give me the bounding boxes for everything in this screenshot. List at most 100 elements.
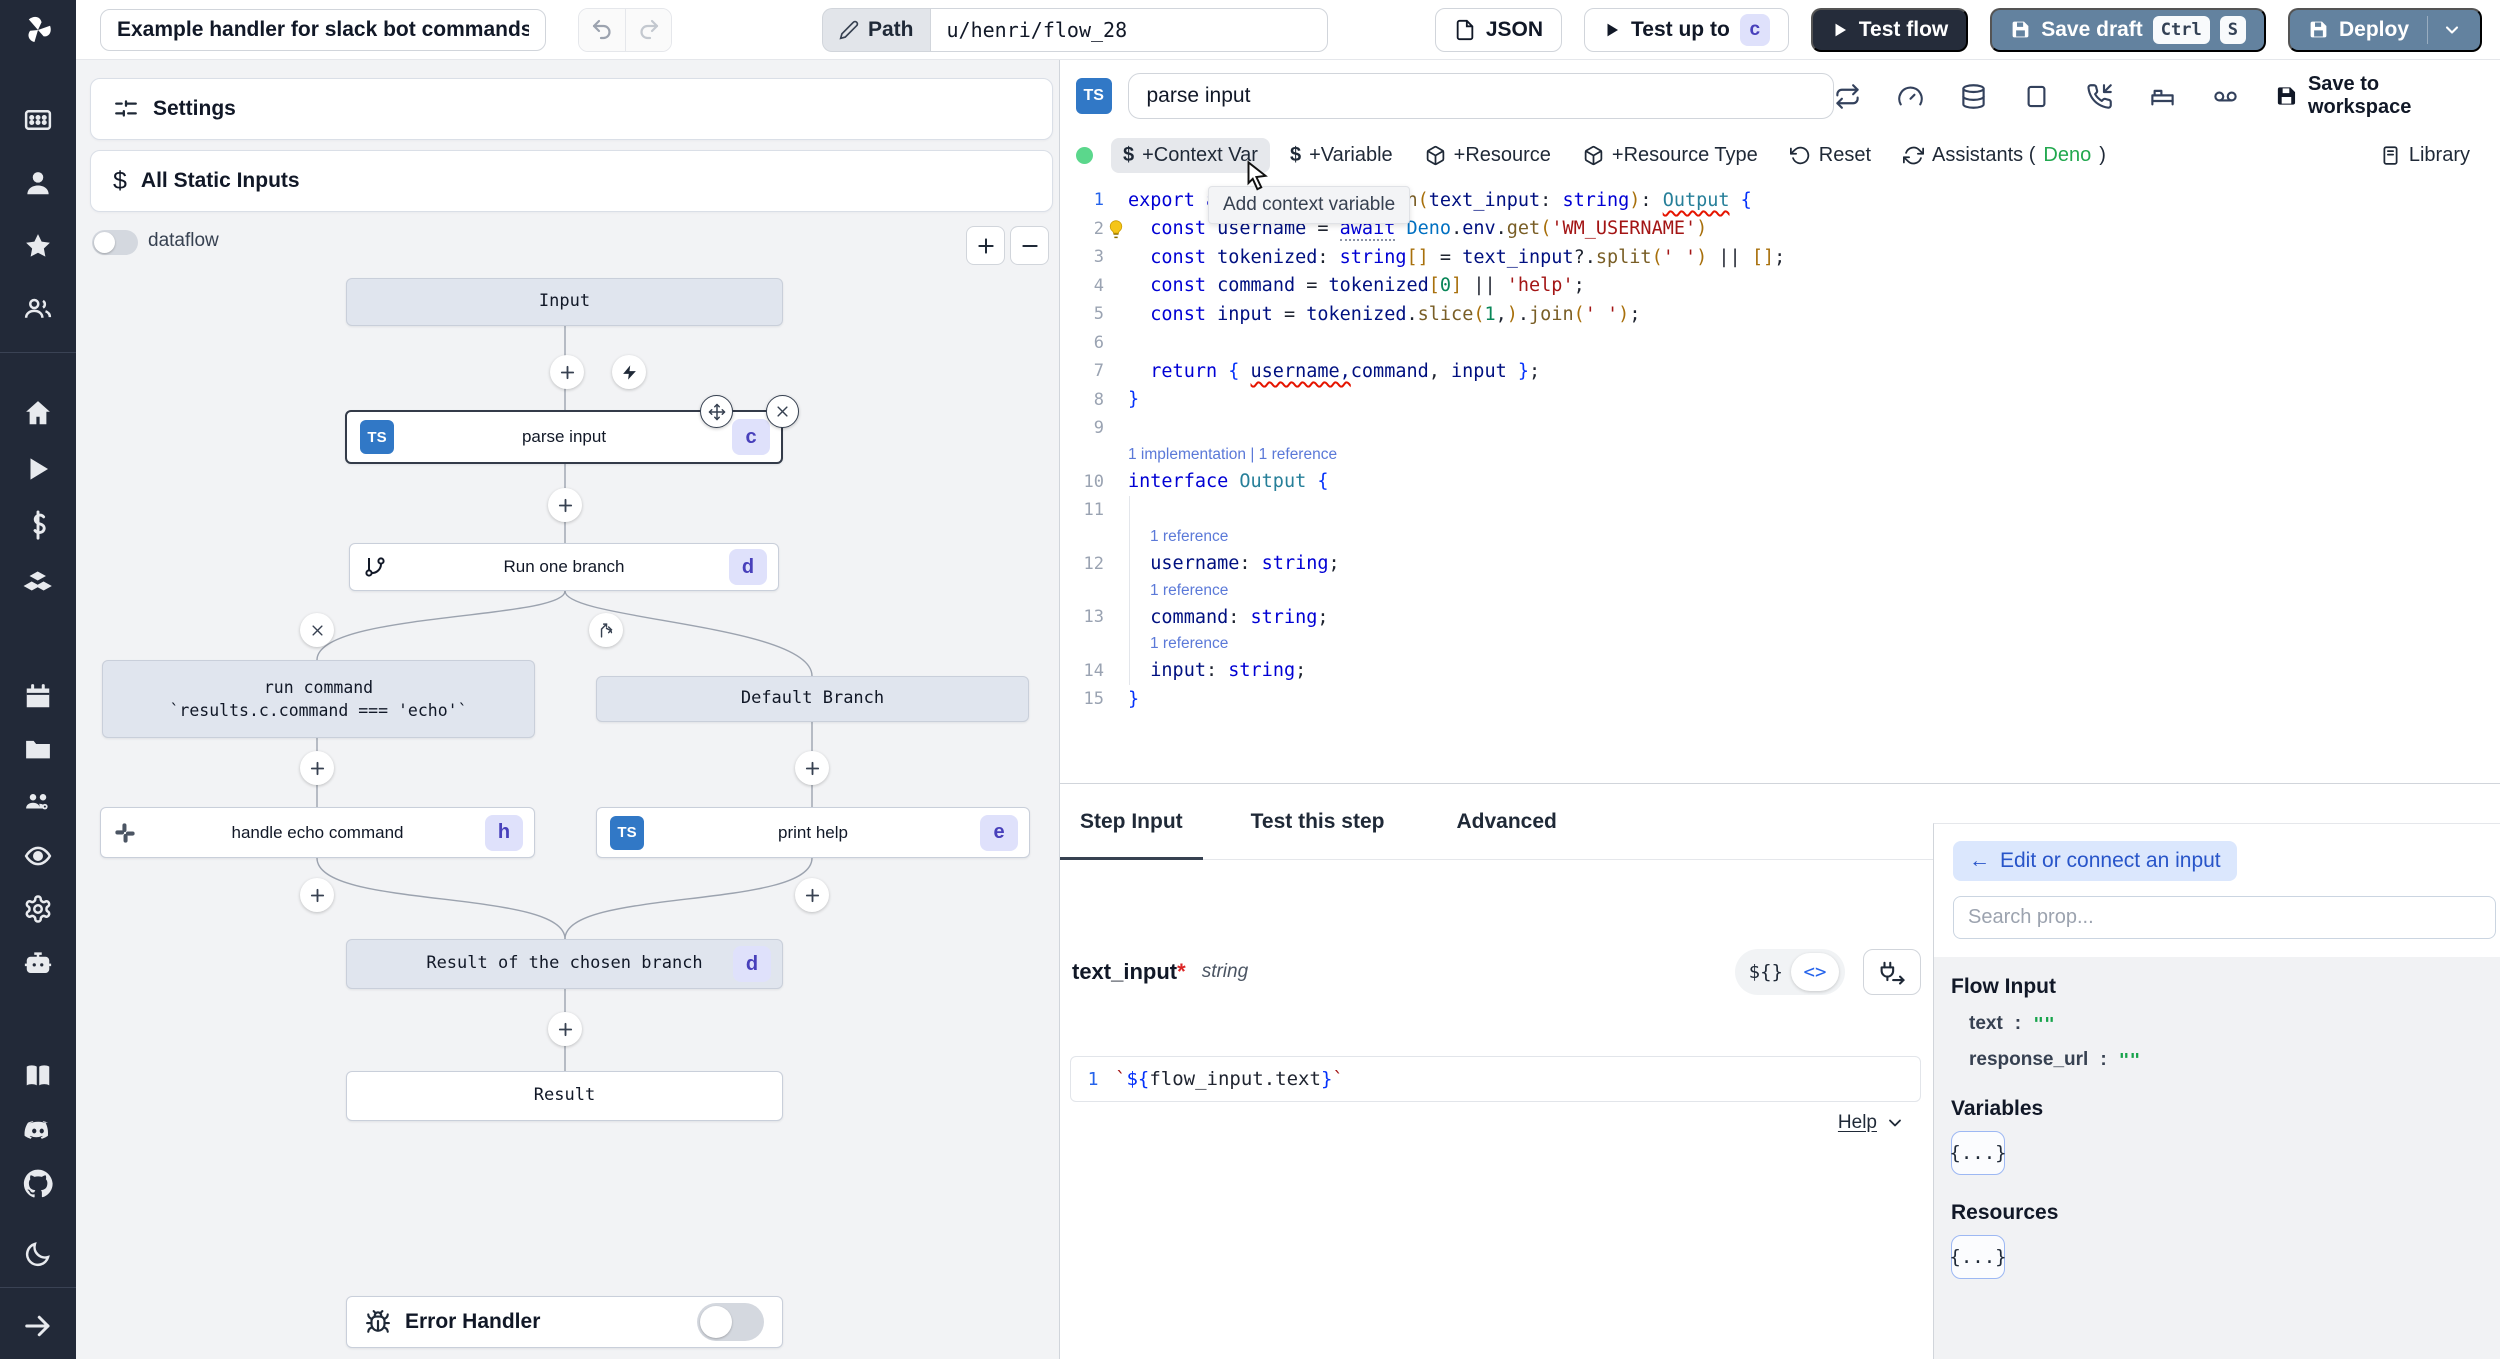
group-icon[interactable]	[23, 294, 53, 324]
add-step-button[interactable]	[795, 751, 829, 785]
move-step-button[interactable]	[700, 395, 733, 428]
input-expression-editor[interactable]: 1 `${flow_input.text}`	[1070, 1056, 1921, 1102]
resources-icon[interactable]	[23, 566, 53, 596]
search-prop-input[interactable]	[1953, 896, 2496, 939]
node-branch-run-command[interactable]: run command `results.c.command === 'echo…	[102, 660, 535, 738]
expr-mode-button[interactable]: ${}	[1749, 961, 1783, 983]
delete-step-button[interactable]	[766, 395, 799, 428]
flow-title-input[interactable]	[100, 8, 546, 51]
schedules-icon[interactable]	[23, 681, 53, 711]
connect-input-button[interactable]	[1863, 949, 1921, 995]
code-line[interactable]: 5 const input = tokenized.slice(1,).join…	[1060, 300, 2500, 329]
code-line[interactable]: 15}	[1060, 685, 2500, 714]
flow-settings-button[interactable]: Settings	[90, 78, 1053, 140]
chevron-down-icon[interactable]	[2442, 20, 2462, 40]
workers-groups-icon[interactable]	[23, 948, 53, 978]
codelens[interactable]: 1 reference	[1060, 578, 2500, 603]
runs-icon[interactable]	[23, 454, 53, 484]
node-parse-input[interactable]: TS parse input c	[345, 395, 799, 464]
folders-icon[interactable]	[23, 734, 53, 764]
add-step-button[interactable]	[300, 751, 334, 785]
path-chip[interactable]: Path	[822, 7, 930, 52]
code-line[interactable]: 4 const command = tokenized[0] || 'help'…	[1060, 272, 2500, 301]
code-line[interactable]: 9	[1060, 414, 2500, 443]
voicemail-icon[interactable]	[2212, 83, 2239, 110]
code-line[interactable]: 6	[1060, 329, 2500, 358]
test-flow-button[interactable]: Test flow	[1810, 7, 1969, 52]
add-step-button[interactable]	[548, 1012, 582, 1046]
gauge-icon[interactable]	[1897, 83, 1924, 110]
node-branch-result[interactable]: Result of the chosen branch d	[346, 939, 783, 989]
mock-square-icon[interactable]	[2023, 83, 2050, 110]
add-step-button[interactable]	[300, 878, 334, 912]
json-button[interactable]: JSON	[1434, 7, 1563, 52]
variables-expand-chip[interactable]: {...}	[1949, 1131, 2007, 1175]
codelens[interactable]: 1 reference	[1060, 631, 2500, 657]
github-icon[interactable]	[23, 1169, 53, 1199]
dark-mode-icon[interactable]	[23, 1239, 53, 1269]
add-resource-button[interactable]: +Resource	[1413, 138, 1563, 173]
zoom-out-button[interactable]	[1010, 226, 1049, 265]
add-variable-button[interactable]: $ +Variable	[1278, 138, 1405, 173]
all-static-inputs-button[interactable]: $ All Static Inputs	[90, 150, 1053, 212]
remove-branch-button[interactable]	[300, 613, 334, 647]
node-handle-echo-command[interactable]: handle echo command h	[100, 807, 535, 858]
add-trigger-button[interactable]	[612, 355, 646, 389]
suspend-phone-icon[interactable]	[2086, 83, 2113, 110]
library-button[interactable]: Library	[2368, 138, 2482, 173]
flow-input-prop-text[interactable]: text: ""	[1969, 1013, 2500, 1035]
expand-sidebar-icon[interactable]	[23, 1311, 53, 1341]
code-line[interactable]: 7 return { username,command, input };	[1060, 357, 2500, 386]
node-print-help[interactable]: TS print help e	[596, 807, 1030, 858]
node-result[interactable]: Result	[346, 1071, 783, 1121]
audit-logs-icon[interactable]	[23, 841, 53, 871]
docs-icon[interactable]	[23, 1061, 53, 1091]
dataflow-toggle[interactable]	[92, 230, 138, 255]
variables-icon[interactable]	[23, 510, 53, 540]
workspace-icon[interactable]	[23, 105, 53, 135]
flow-input-prop-response_url[interactable]: response_url: ""	[1969, 1049, 2500, 1071]
path-input[interactable]	[929, 7, 1328, 52]
add-step-button[interactable]	[795, 878, 829, 912]
codelens[interactable]: 1 implementation | 1 reference	[1060, 443, 2500, 468]
settings-icon[interactable]	[23, 894, 53, 924]
code-editor[interactable]: 1export async function main(text_input: …	[1060, 178, 2500, 783]
code-line[interactable]: 10 interface Output {	[1060, 468, 2500, 497]
code-mode-button[interactable]: <>	[1791, 953, 1839, 991]
test-up-to-button[interactable]: Test up to c	[1584, 7, 1789, 52]
tab-advanced[interactable]: Advanced	[1436, 784, 1576, 860]
star-icon[interactable]	[23, 231, 53, 261]
help-link[interactable]: Help	[1838, 1112, 1905, 1134]
add-resource-type-button[interactable]: +Resource Type	[1571, 138, 1770, 173]
discord-icon[interactable]	[23, 1116, 53, 1146]
code-line[interactable]: 13 command: string;	[1060, 603, 2500, 632]
node-error-handler[interactable]: Error Handler	[346, 1296, 783, 1348]
reset-button[interactable]: Reset	[1778, 138, 1883, 173]
workers-icon[interactable]	[23, 786, 53, 816]
redo-button[interactable]	[625, 8, 671, 51]
step-name-input[interactable]	[1127, 73, 1835, 119]
edit-or-connect-button[interactable]: ← Edit or connect an input	[1953, 841, 2237, 881]
cache-database-icon[interactable]	[1960, 83, 1987, 110]
resources-expand-chip[interactable]: {...}	[1949, 1235, 2007, 1279]
deploy-button[interactable]: Deploy	[2287, 7, 2482, 52]
error-handler-toggle[interactable]	[697, 1303, 764, 1341]
add-step-button[interactable]	[548, 488, 582, 522]
code-line[interactable]: 11	[1060, 496, 2500, 525]
lightbulb-icon[interactable]	[1106, 219, 1126, 239]
undo-button[interactable]	[579, 8, 625, 51]
save-to-workspace-button[interactable]: Save to workspace	[2275, 73, 2480, 119]
code-line[interactable]: 8}	[1060, 386, 2500, 415]
zoom-in-button[interactable]	[966, 226, 1005, 265]
code-line[interactable]: 3 const tokenized: string[] = text_input…	[1060, 243, 2500, 272]
save-draft-button[interactable]: Save draft Ctrl S	[1990, 7, 2266, 52]
sleep-bed-icon[interactable]	[2149, 83, 2176, 110]
node-default-branch[interactable]: Default Branch	[596, 676, 1029, 722]
windmill-logo-icon[interactable]	[0, 0, 76, 60]
codelens[interactable]: 1 reference	[1060, 524, 2500, 550]
tab-step-input[interactable]: Step Input	[1060, 784, 1203, 861]
add-branch-button[interactable]	[589, 613, 623, 647]
assistants-button[interactable]: Assistants (Deno)	[1891, 138, 2118, 173]
node-run-one-branch[interactable]: Run one branch d	[349, 543, 779, 591]
code-line[interactable]: 12 username: string;	[1060, 549, 2500, 579]
